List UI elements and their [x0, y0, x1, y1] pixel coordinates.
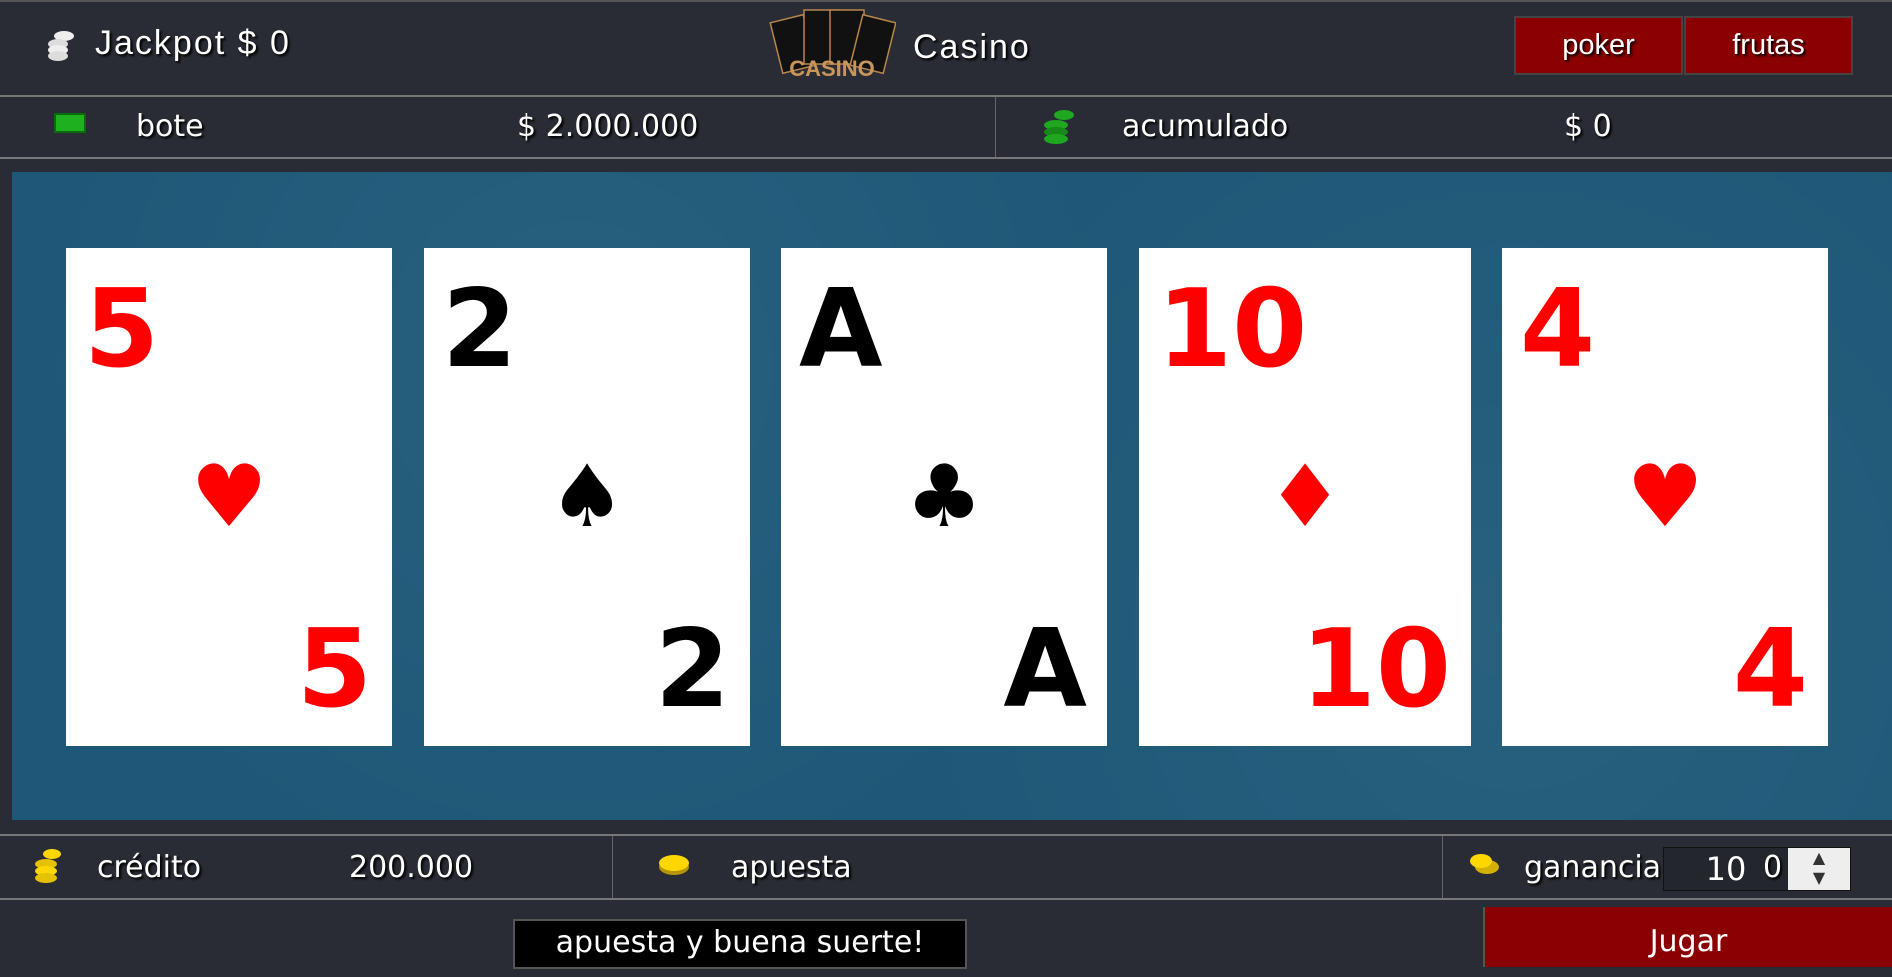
apuesta-panel: apuesta 10 ▲ ▼: [613, 836, 1851, 898]
stats-bar: crédito 200.000 apuesta 10 ▲ ▼ ganancia 0: [0, 834, 1892, 900]
ganancia-panel: ganancia 0: [1443, 836, 1892, 898]
heart-icon: ♥: [1626, 447, 1704, 547]
card-rank-top: 2: [442, 267, 518, 392]
card-rank-top: 4: [1520, 267, 1596, 392]
card-table: 5 ♥ 5 2 ♠ 2 A ♣ A 10 ♦ 10 4 ♥ 4: [12, 172, 1892, 820]
card-5[interactable]: 4 ♥ 4: [1502, 248, 1828, 746]
card-rank-bottom: 10: [1300, 607, 1451, 732]
money-bill-icon: [54, 113, 86, 133]
card-rank-top: 10: [1157, 267, 1308, 392]
card-4[interactable]: 10 ♦ 10: [1139, 248, 1471, 746]
app-title: Casino: [913, 28, 1031, 66]
gold-coins-icon: [32, 846, 66, 894]
heart-icon: ♥: [190, 447, 268, 547]
diamond-icon: ♦: [1266, 447, 1344, 547]
casino-logo: CASINO: [768, 6, 897, 92]
frutas-button[interactable]: frutas: [1684, 16, 1853, 75]
coins-stack-icon: [46, 30, 76, 62]
spade-icon: ♠: [548, 447, 626, 547]
credito-panel: crédito 200.000: [0, 836, 613, 898]
ganancia-label: ganancia: [1524, 850, 1662, 885]
card-rank-bottom: 2: [654, 607, 730, 732]
svg-text:CASINO: CASINO: [789, 56, 875, 81]
card-rank-top: A: [799, 267, 883, 392]
card-rank-bottom: A: [1003, 607, 1087, 732]
bote-value: $ 2.000.000: [517, 109, 699, 144]
acumulado-value: $ 0: [1564, 109, 1612, 144]
jackpot-label: Jackpot $ 0: [95, 24, 291, 62]
card-rank-bottom: 5: [296, 607, 372, 732]
green-chips-icon: [1042, 107, 1076, 153]
card-2[interactable]: 2 ♠ 2: [424, 248, 750, 746]
header: Jackpot $ 0 CASINO Casino poker frutas: [0, 0, 1892, 95]
coins-icon: [1469, 850, 1501, 885]
acumulado-panel: acumulado $ 0: [996, 97, 1892, 157]
card-rank-bottom: 4: [1732, 607, 1808, 732]
info-bar: bote $ 2.000.000 acumulado $ 0: [0, 95, 1892, 159]
credito-value: 200.000: [349, 850, 474, 885]
jugar-button[interactable]: Jugar: [1483, 907, 1892, 967]
ganancia-value: 0: [1763, 850, 1783, 885]
bote-label: bote: [136, 109, 204, 144]
poker-button[interactable]: poker: [1514, 16, 1683, 75]
card-1[interactable]: 5 ♥ 5: [66, 248, 392, 746]
card-3[interactable]: A ♣ A: [781, 248, 1107, 746]
credito-label: crédito: [97, 850, 202, 885]
coin-icon: [657, 850, 691, 885]
status-message: apuesta y buena suerte!: [513, 919, 967, 969]
acumulado-label: acumulado: [1122, 109, 1289, 144]
bote-panel: bote $ 2.000.000: [0, 97, 996, 157]
apuesta-label: apuesta: [731, 850, 852, 885]
card-rank-top: 5: [84, 267, 160, 392]
club-icon: ♣: [905, 447, 983, 547]
